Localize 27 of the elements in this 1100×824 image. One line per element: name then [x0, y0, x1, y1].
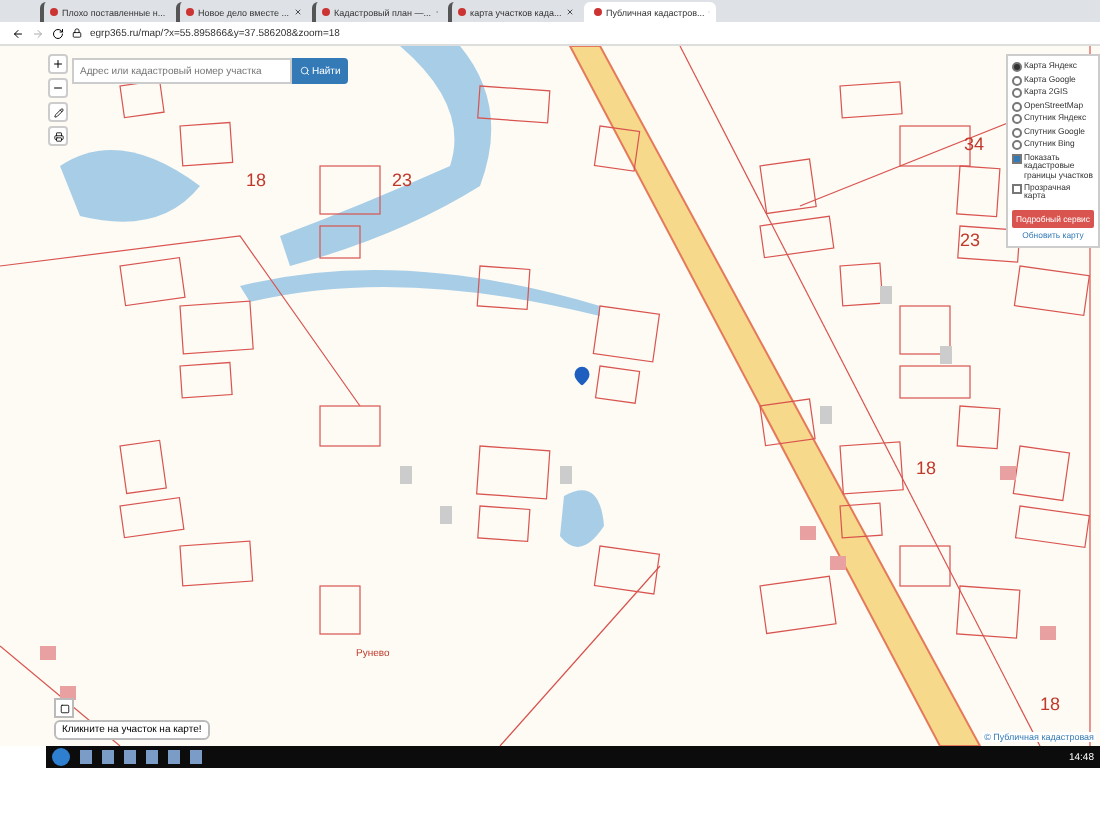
favicon-icon: [50, 8, 58, 16]
search-icon: [300, 66, 310, 76]
lock-icon: [72, 28, 82, 38]
map-label: 23: [960, 230, 981, 250]
favicon-icon: [458, 8, 466, 16]
map-label: 34: [964, 134, 985, 154]
fullscreen-button[interactable]: [54, 698, 74, 718]
back-icon[interactable]: [12, 27, 24, 39]
map-label: 18: [246, 170, 267, 190]
location-pin-icon[interactable]: [572, 366, 592, 386]
draw-button[interactable]: [48, 102, 68, 122]
pencil-icon: [53, 107, 63, 117]
zoom-out-button[interactable]: [48, 78, 68, 98]
favicon-icon: [322, 8, 330, 16]
plus-icon: [52, 58, 64, 70]
zoom-in-button[interactable]: [48, 54, 68, 74]
map-label: 18: [1040, 694, 1061, 714]
map-label: 18: [916, 458, 937, 478]
printer-icon: [53, 131, 63, 141]
minus-icon: [52, 82, 64, 94]
favicon-icon: [594, 8, 602, 16]
start-button[interactable]: [52, 748, 70, 766]
reload-icon[interactable]: [52, 27, 64, 39]
favicon-icon: [186, 8, 194, 16]
map-label: 23: [392, 170, 413, 190]
square-icon: [59, 703, 69, 713]
print-button[interactable]: [48, 126, 68, 146]
